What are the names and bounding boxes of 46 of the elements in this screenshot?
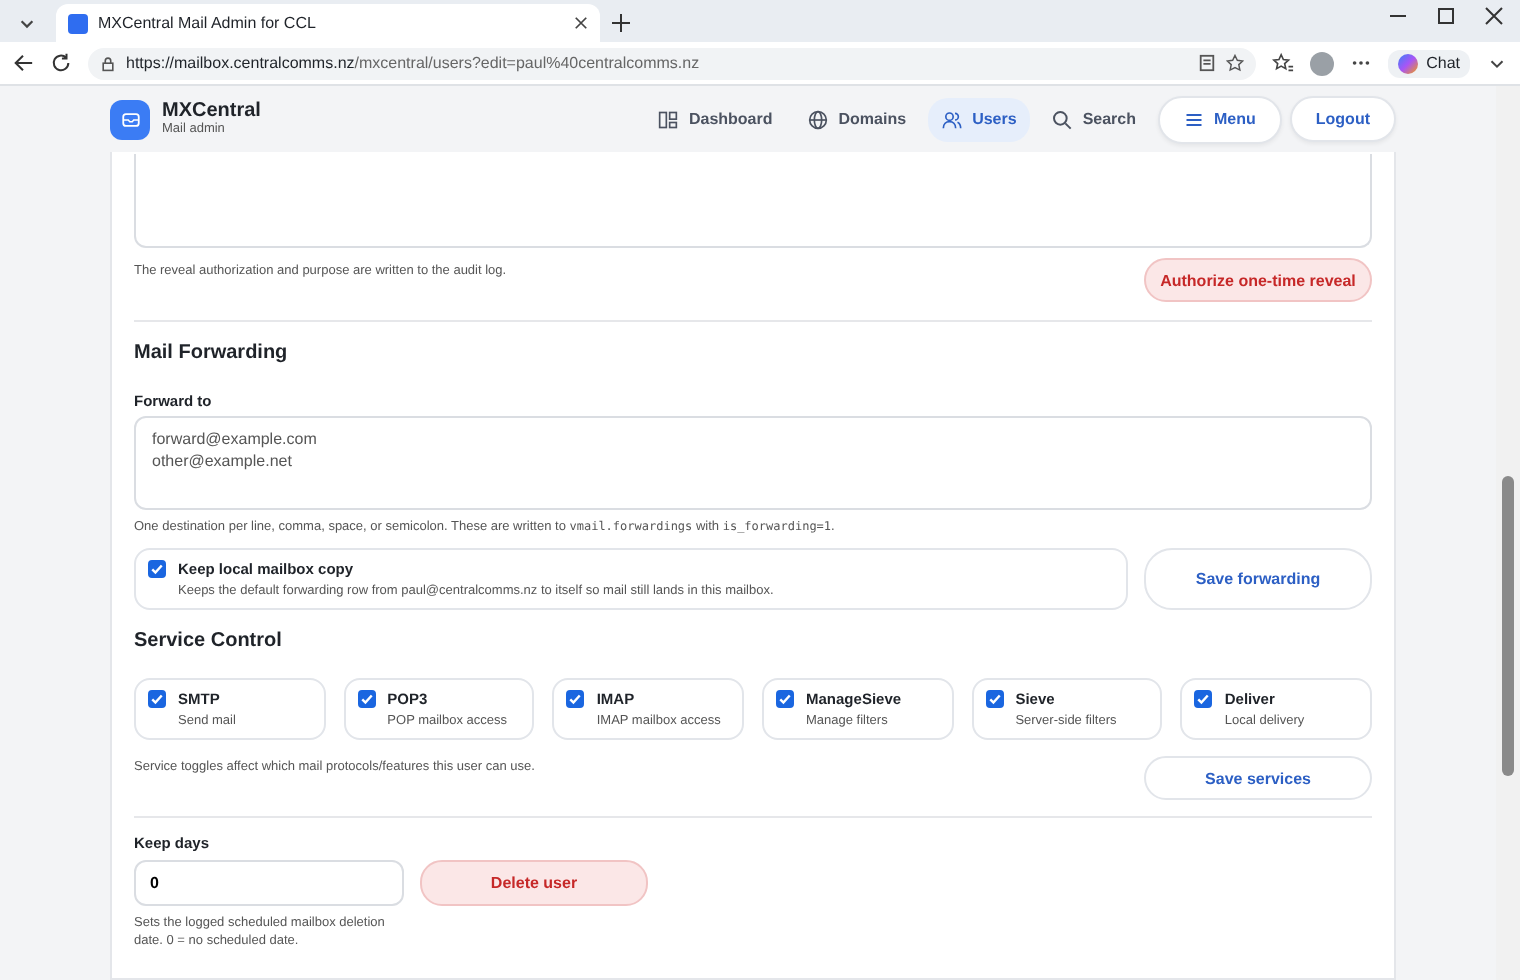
profile-avatar[interactable] — [1310, 51, 1335, 75]
save-forwarding-button[interactable]: Save forwarding — [1144, 548, 1372, 610]
maximize-icon[interactable] — [1436, 6, 1456, 26]
checkbox[interactable] — [566, 690, 585, 708]
checkbox[interactable] — [1194, 690, 1213, 708]
address-bar[interactable]: https://mailbox.centralcomms.nz/mxcentral/users?edit=paul%40centralcomms.nz — [88, 47, 1257, 79]
search-icon — [1052, 109, 1073, 129]
checkbox[interactable] — [985, 690, 1004, 708]
section-heading: Service Control — [134, 630, 284, 652]
delete-user-button[interactable]: Delete user — [420, 860, 648, 906]
authorize-reveal-button[interactable]: Authorize one-time reveal — [1144, 258, 1372, 302]
favicon-icon — [68, 13, 88, 33]
header-button[interactable]: Logout — [1289, 96, 1396, 142]
checkbox[interactable] — [148, 690, 166, 708]
new-tab-icon[interactable] — [612, 14, 630, 32]
star-icon[interactable] — [1226, 54, 1245, 72]
logo-icon — [110, 99, 150, 139]
browser-tab[interactable]: MXCentral Mail Admin for CCL — [56, 4, 600, 42]
globe-icon — [808, 109, 829, 129]
nav-link[interactable]: Dashboard — [644, 97, 787, 141]
reader-icon[interactable] — [1198, 54, 1217, 72]
checkbox[interactable] — [776, 690, 795, 708]
nav-link[interactable]: Search — [1038, 97, 1150, 141]
menu-icon — [1184, 109, 1204, 129]
forward-to-field[interactable]: forward@example.com other@example.net — [134, 416, 1372, 510]
users-icon — [942, 109, 963, 129]
text-area-field[interactable] — [134, 154, 1372, 248]
close-icon[interactable] — [574, 16, 588, 30]
scrollbar-thumb[interactable] — [1502, 476, 1514, 776]
url-text: https://mailbox.centralcomms.nz/mxcentral/users?edit=paul%40centralcomms.nz — [126, 54, 700, 72]
checkbox[interactable] — [357, 690, 376, 708]
close-icon[interactable] — [1484, 6, 1504, 26]
dashboard-icon — [658, 109, 679, 129]
checkbox[interactable] — [148, 560, 166, 578]
app-name: MXCentral — [162, 100, 261, 123]
favorites-icon[interactable] — [1272, 52, 1295, 74]
reload-icon[interactable] — [50, 52, 72, 74]
nav-link[interactable]: Domains — [794, 97, 921, 141]
lock-icon — [100, 55, 116, 71]
section-heading: Mail Forwarding — [134, 342, 290, 364]
nav-link[interactable]: Users — [928, 97, 1031, 141]
back-arrow-icon[interactable] — [12, 52, 34, 74]
keep-days-field[interactable]: 0 — [134, 860, 404, 906]
chat-button[interactable]: Chat — [1388, 49, 1470, 77]
header-button[interactable]: Menu — [1158, 95, 1282, 143]
save-services-button[interactable]: Save services — [1144, 756, 1372, 800]
